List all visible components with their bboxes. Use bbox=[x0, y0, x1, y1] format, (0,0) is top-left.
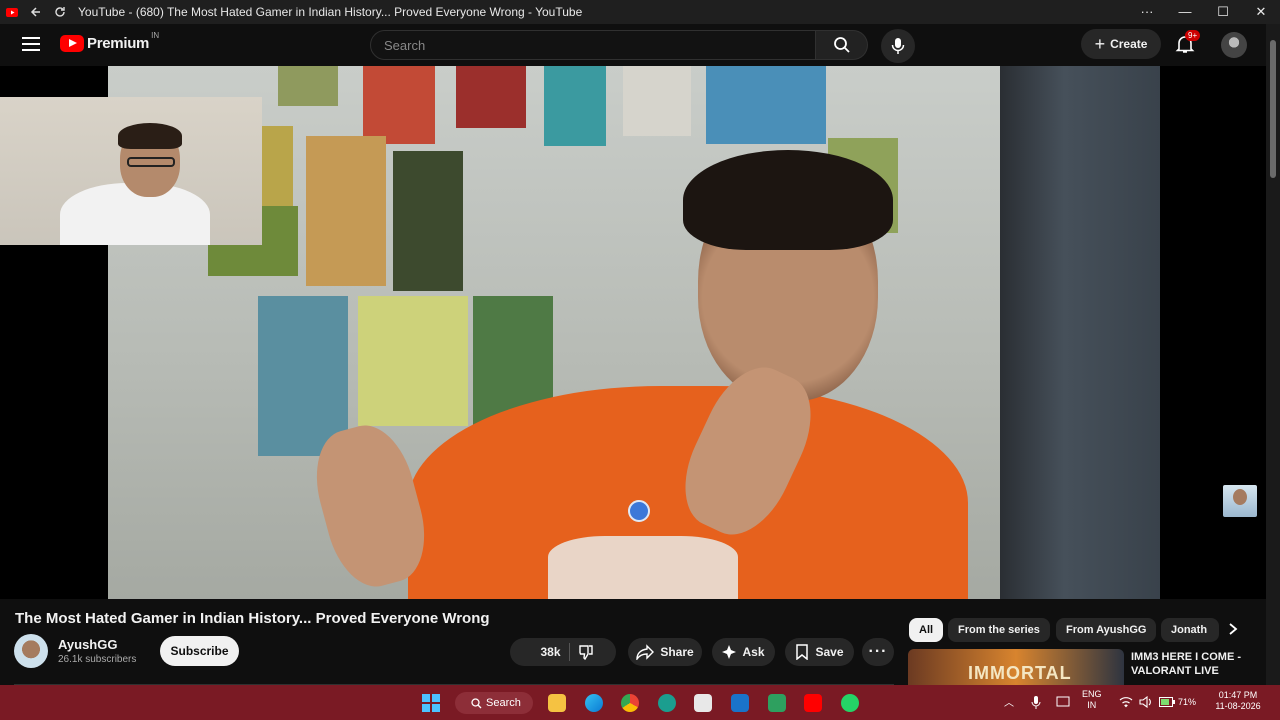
recommendation-thumb-text: IMMORTAL bbox=[968, 663, 1072, 683]
youtube-favicon-icon bbox=[0, 0, 24, 24]
like-dislike-group: 38k bbox=[510, 638, 616, 666]
account-avatar[interactable] bbox=[1221, 32, 1247, 58]
sparkle-icon bbox=[722, 645, 737, 659]
subscribe-button[interactable]: Subscribe bbox=[160, 636, 239, 666]
browser-title-bar: YouTube - (680) The Most Hated Gamer in … bbox=[0, 0, 1280, 24]
back-icon[interactable] bbox=[24, 0, 48, 24]
language-indicator[interactable]: ENG IN bbox=[1082, 689, 1102, 711]
lapel-mic bbox=[628, 500, 650, 522]
language-code: ENG bbox=[1082, 689, 1102, 699]
notification-badge: 9+ bbox=[1185, 30, 1201, 41]
android-app-icon[interactable] bbox=[768, 694, 786, 712]
whatsapp-icon[interactable] bbox=[841, 694, 859, 712]
battery-icon[interactable] bbox=[1159, 697, 1175, 707]
save-button[interactable]: Save bbox=[785, 638, 854, 666]
share-label: Share bbox=[660, 645, 694, 659]
save-label: Save bbox=[815, 645, 844, 659]
search-placeholder: Search bbox=[384, 37, 426, 53]
taskbar-search-icon bbox=[471, 697, 482, 708]
like-button[interactable]: 38k bbox=[526, 645, 560, 659]
tray-display-icon[interactable] bbox=[1056, 696, 1070, 708]
chip-from-ayushgg[interactable]: From AyushGG bbox=[1056, 618, 1157, 642]
ask-button[interactable]: Ask bbox=[712, 638, 775, 666]
maximize-button[interactable]: ☐ bbox=[1204, 4, 1242, 20]
battery-percentage: 71% bbox=[1178, 697, 1197, 707]
windows-start-icon[interactable] bbox=[421, 693, 441, 713]
background-curtain bbox=[1000, 66, 1160, 599]
ask-label: Ask bbox=[742, 645, 765, 659]
video-frame[interactable] bbox=[108, 66, 1160, 599]
microsoft-store-icon[interactable] bbox=[694, 694, 712, 712]
plus-icon: + bbox=[1094, 33, 1106, 54]
recommendation-title[interactable]: IMM3 HERE I COME - VALORANT LIVE bbox=[1131, 650, 1251, 678]
share-icon bbox=[636, 644, 655, 660]
webcam-overlay bbox=[0, 97, 262, 245]
channel-name[interactable]: AyushGG bbox=[58, 637, 117, 652]
video-player[interactable] bbox=[0, 66, 1266, 599]
logo-brand-text: Premium bbox=[87, 35, 150, 52]
search-button[interactable] bbox=[816, 30, 868, 60]
like-count: 38k bbox=[540, 645, 561, 659]
subscriber-count: 26.1k subscribers bbox=[58, 654, 137, 665]
search-input[interactable]: Search bbox=[370, 30, 816, 60]
search-icon bbox=[833, 37, 850, 53]
file-explorer-icon[interactable] bbox=[548, 694, 566, 712]
create-label: Create bbox=[1110, 37, 1148, 51]
youtube-premium-logo[interactable]: Premium IN bbox=[60, 31, 159, 52]
taskbar-search-label: Search bbox=[486, 697, 521, 709]
taskbar-search[interactable]: Search bbox=[455, 692, 533, 714]
bookmark-icon bbox=[796, 644, 809, 660]
language-region: IN bbox=[1087, 700, 1097, 710]
like-divider bbox=[568, 643, 570, 661]
chip-jonath[interactable]: Jonath bbox=[1161, 618, 1219, 642]
edge-browser-icon[interactable] bbox=[585, 694, 603, 712]
youtube-logo-icon bbox=[60, 35, 84, 52]
window-title: YouTube - (680) The Most Hated Gamer in … bbox=[78, 5, 583, 19]
reload-icon[interactable] bbox=[48, 0, 72, 24]
logo-region: IN bbox=[151, 31, 160, 40]
wifi-icon[interactable] bbox=[1119, 696, 1133, 708]
create-button[interactable]: + Create bbox=[1081, 29, 1161, 59]
dislike-button[interactable] bbox=[578, 644, 600, 660]
presenter-hair bbox=[683, 150, 893, 250]
mini-profile-thumbnail[interactable] bbox=[1223, 485, 1257, 517]
browser-menu-button[interactable]: ··· bbox=[1128, 4, 1166, 20]
youtube-header: Premium IN Search + Create 9+ bbox=[0, 24, 1266, 66]
copilot-icon[interactable] bbox=[658, 694, 676, 712]
chevron-right-icon[interactable] bbox=[1226, 622, 1240, 636]
microphone-icon bbox=[891, 38, 905, 54]
more-actions-button[interactable]: ··· bbox=[862, 638, 894, 666]
scrollbar-thumb[interactable] bbox=[1270, 40, 1276, 178]
chrome-browser-icon[interactable] bbox=[621, 694, 639, 712]
tray-microphone-icon[interactable] bbox=[1031, 696, 1041, 709]
shirt-print bbox=[548, 536, 738, 599]
chip-from-the-series[interactable]: From the series bbox=[948, 618, 1050, 642]
thumbs-down-icon bbox=[578, 645, 593, 660]
video-title: The Most Hated Gamer in Indian History..… bbox=[15, 610, 490, 627]
share-button[interactable]: Share bbox=[628, 638, 702, 666]
hamburger-menu-icon[interactable] bbox=[22, 37, 40, 51]
recommendation-thumbnail[interactable]: IMMORTAL bbox=[908, 649, 1124, 685]
chevron-up-icon[interactable]: ︿ bbox=[1004, 694, 1014, 709]
close-button[interactable]: ✕ bbox=[1242, 4, 1280, 20]
taskbar-clock[interactable]: 01:47 PM 11-08-2026 bbox=[1210, 690, 1266, 712]
channel-avatar[interactable] bbox=[14, 634, 48, 668]
clock-time: 01:47 PM bbox=[1218, 690, 1258, 700]
clock-date: 11-08-2026 bbox=[1215, 701, 1261, 711]
voice-search-button[interactable] bbox=[881, 29, 915, 63]
chip-all[interactable]: All bbox=[909, 618, 944, 642]
notifications-button[interactable]: 9+ bbox=[1175, 30, 1201, 56]
outlook-icon[interactable] bbox=[731, 694, 749, 712]
youtube-app-icon[interactable] bbox=[804, 694, 822, 712]
volume-icon[interactable] bbox=[1139, 696, 1153, 708]
minimize-button[interactable]: — bbox=[1166, 4, 1204, 20]
